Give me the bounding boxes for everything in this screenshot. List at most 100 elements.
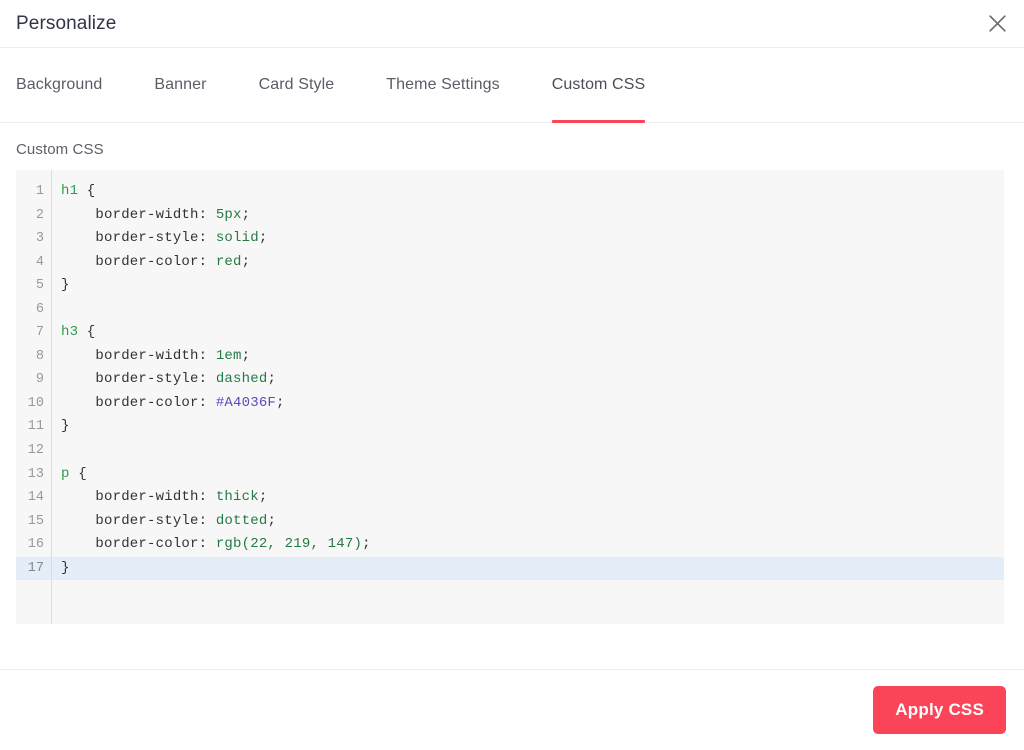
code-token-val: solid: [215, 230, 259, 247]
code-token-prop: border-width: [61, 206, 199, 223]
code-token-pun: ;: [267, 512, 277, 529]
code-token-val: thick: [215, 489, 259, 506]
code-line: border-style: dashed;: [52, 368, 1004, 392]
code-line: h3 {: [52, 321, 1004, 345]
code-token-pun: {: [78, 183, 96, 199]
code-token-pun: ;: [362, 536, 371, 553]
editor-code-area[interactable]: h1 { border-width: 5px; border-style: so…: [52, 170, 1004, 624]
code-line: border-color: #A4036F;: [52, 392, 1004, 416]
code-token-prop: border-width: [61, 489, 199, 506]
code-token-pun: {: [78, 324, 96, 341]
code-line: border-color: red;: [52, 251, 1004, 275]
line-number: 6: [35, 301, 44, 317]
code-token-prop: border-color: [61, 536, 199, 553]
line-number: 12: [27, 443, 44, 459]
page-title: Personalize: [16, 12, 117, 34]
line-number: 15: [27, 513, 44, 529]
code-token-pun: ;: [241, 206, 251, 223]
code-token-pun: :: [198, 253, 216, 270]
code-token-pun: :: [198, 394, 216, 411]
code-token-pun: }: [61, 277, 70, 294]
code-token-pun: }: [61, 559, 70, 576]
code-line: }: [52, 274, 1004, 298]
code-line: border-width: thick;: [52, 486, 1004, 510]
line-number: 3: [35, 231, 44, 247]
tab-label: Banner: [154, 76, 207, 93]
close-button[interactable]: [980, 7, 1014, 41]
tab-theme-settings[interactable]: Theme Settings: [386, 48, 499, 122]
personalize-dialog: Personalize Background Banner Card Style…: [0, 0, 1024, 750]
line-number: 10: [27, 395, 44, 411]
line-number: 17: [16, 556, 51, 581]
code-token-val: 5px: [215, 206, 242, 223]
code-line: p {: [52, 463, 1004, 487]
line-number: 11: [27, 419, 44, 435]
code-token-pun: :: [198, 206, 216, 223]
line-number: 4: [35, 254, 44, 270]
line-number: 14: [27, 490, 44, 506]
custom-css-field-label: Custom CSS: [16, 141, 104, 158]
code-token-pun: ;: [267, 371, 277, 388]
code-token-val: dotted: [215, 512, 268, 529]
code-line: border-style: solid;: [52, 227, 1004, 251]
code-token-pun: :: [198, 512, 216, 529]
tab-custom-css[interactable]: Custom CSS: [551, 48, 646, 123]
editor-line-number-gutter: 1 2 3 4 5 6 7 8 9 10 11 12 13 14 15 16 17: [16, 170, 52, 624]
tab-label: Theme Settings: [386, 76, 500, 93]
dialog-body: Custom CSS 1 2 3 4 5 6 7 8 9 10 11 12 13 14 15 16 17 h1 …: [0, 123, 1024, 669]
code-token-val: rgb(22, 219, 147): [215, 536, 363, 553]
tab-background[interactable]: Background: [16, 48, 102, 122]
tab-banner[interactable]: Banner: [154, 48, 206, 122]
code-token-pun: :: [198, 536, 216, 553]
custom-css-code-editor[interactable]: 1 2 3 4 5 6 7 8 9 10 11 12 13 14 15 16 17 h1 { border-wi…: [16, 170, 1004, 624]
code-token-pun: :: [198, 371, 216, 388]
code-line: border-style: dotted;: [52, 510, 1004, 534]
code-token-prop: border-width: [61, 347, 199, 364]
code-token-prop: border-color: [61, 253, 199, 270]
dialog-header: Personalize: [0, 0, 1024, 48]
code-token-pun: :: [198, 489, 216, 506]
code-line: }: [52, 556, 1004, 581]
line-number: 1: [35, 184, 44, 199]
line-number: 8: [35, 348, 44, 364]
tab-card-style[interactable]: Card Style: [259, 48, 335, 122]
apply-css-button[interactable]: Apply CSS: [873, 686, 1006, 734]
code-token-pun: }: [61, 418, 70, 435]
code-token-pun: :: [198, 230, 216, 247]
code-line: }: [52, 415, 1004, 439]
line-number: 2: [35, 207, 44, 223]
tab-label: Card Style: [258, 76, 335, 93]
code-token-sel: p: [61, 465, 70, 482]
code-token-pun: ;: [276, 394, 285, 411]
code-token-prop: border-style: [61, 371, 199, 388]
code-token-pun: ;: [258, 489, 268, 506]
code-token-prop: border-color: [61, 394, 199, 411]
code-line: border-width: 5px;: [52, 204, 1004, 228]
code-token-pun: ;: [241, 347, 251, 364]
code-line: border-width: 1em;: [52, 345, 1004, 369]
line-number: 7: [35, 325, 44, 341]
code-token-prop: border-style: [61, 230, 199, 247]
code-line: h1 {: [52, 180, 1004, 204]
tab-label: Custom CSS: [551, 76, 646, 93]
tab-label: Background: [16, 76, 103, 93]
code-token-prop: border-style: [61, 512, 199, 529]
tab-bar: Background Banner Card Style Theme Setti…: [0, 48, 1024, 123]
code-token-val: 1em: [215, 347, 242, 364]
code-token-sel: h1: [61, 183, 79, 199]
code-token-val: red: [215, 253, 242, 270]
line-number: 9: [35, 372, 44, 388]
code-token-pun: ;: [258, 230, 268, 247]
line-number: 16: [27, 537, 44, 553]
code-token-pun: :: [198, 347, 216, 364]
code-token-pun: {: [69, 465, 87, 482]
code-token-hex: #A4036F: [215, 394, 277, 411]
code-token-sel: h3: [61, 324, 79, 341]
line-number: 5: [35, 278, 44, 294]
close-x-icon: [987, 13, 1008, 34]
code-token-pun: ;: [241, 253, 251, 270]
dialog-footer: Apply CSS: [0, 669, 1024, 750]
line-number: 13: [27, 466, 44, 482]
